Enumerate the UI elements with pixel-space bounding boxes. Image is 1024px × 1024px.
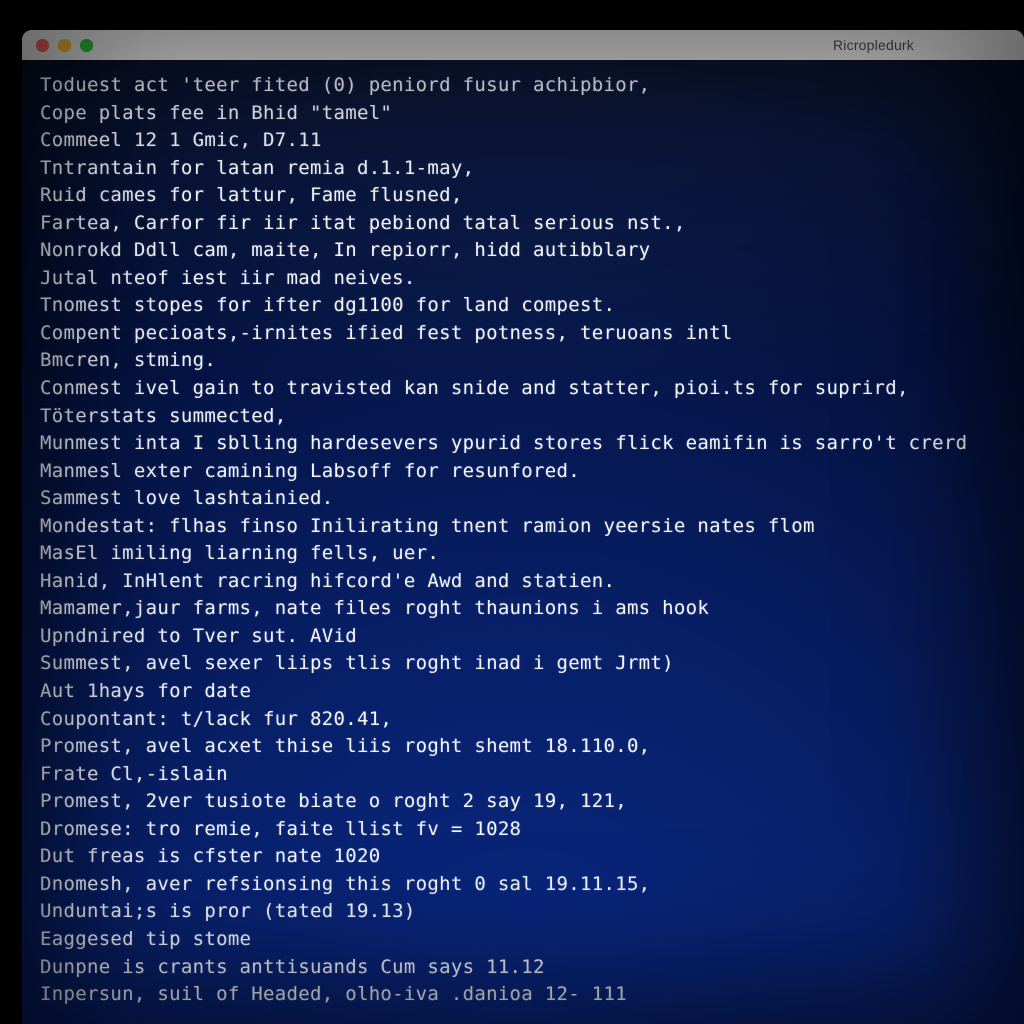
terminal-line: Manmesl exter camining Labsoff for resun… [40,458,1006,486]
terminal-output[interactable]: Toduest act 'teer fited (0) peniord fusu… [22,60,1024,1024]
terminal-line: Munmest inta I sblling hardesevers ypuri… [40,430,1006,458]
terminal-line: Töterstats summected, [40,403,1006,431]
terminal-line: Dromese: tro remie, faite llist fv = 102… [40,816,1006,844]
terminal-line: Frate Cl,-islain [40,761,1006,789]
terminal-line: Dunpne is crants anttisuands Cum says 11… [40,954,1006,982]
terminal-window: Ricropledurk Toduest act 'teer fited (0)… [22,30,1024,1024]
terminal-line: Summest, avel sexer liips tlis roght ina… [40,650,1006,678]
terminal-line: Toduest act 'teer fited (0) peniord fusu… [40,72,1006,100]
terminal-line: MasEl imiling liarning fells, uer. [40,540,1006,568]
terminal-line: Ruid cames for lattur, Fame flusned, [40,182,1006,210]
terminal-line: Promest, avel acxet thise liis roght she… [40,733,1006,761]
zoom-icon[interactable] [80,39,93,52]
terminal-line: Eaggesed tip stome [40,926,1006,954]
terminal-line: Dnomesh, aver refsionsing this roght 0 s… [40,871,1006,899]
terminal-line: Mamamer,jaur farms, nate files roght tha… [40,595,1006,623]
close-icon[interactable] [36,39,49,52]
terminal-line: Commeel 12 1 Gmic, D7.11 [40,127,1006,155]
terminal-line: Nonrokd Ddll cam, maite, In repiorr, hid… [40,237,1006,265]
terminal-line: Sammest love lashtainied. [40,485,1006,513]
terminal-line: Jutal nteof iest iir mad neives. [40,265,1006,293]
terminal-line: Dut freas is cfster nate 1020 [40,843,1006,871]
terminal-line: Bmcren, stming. [40,347,1006,375]
terminal-line: Coupontant: t/lack fur 820.41, [40,706,1006,734]
terminal-line: Cope plats fee in Bhid "tamel" [40,100,1006,128]
terminal-line: Mondestat: flhas finso Inilirating tnent… [40,513,1006,541]
window-title: Ricropledurk [22,37,1024,53]
window-controls [22,39,93,52]
terminal-line: Unduntai;s is pror (tated 19.13) [40,898,1006,926]
terminal-line: Upndnired to Tver sut. AVid [40,623,1006,651]
monitor-bezel: Ricropledurk Toduest act 'teer fited (0)… [0,0,1024,1024]
window-titlebar[interactable]: Ricropledurk [22,30,1024,61]
terminal-line: Tntrantain for latan remia d.1.1-may, [40,155,1006,183]
terminal-line: Tnomest stopes for ifter dg1100 for land… [40,292,1006,320]
terminal-line: Compent pecioats,-irnites ified fest pot… [40,320,1006,348]
terminal-line: Conmest ivel gain to travisted kan snide… [40,375,1006,403]
terminal-line: Inpersun, suil of Headed, olho-iva .dani… [40,981,1006,1009]
terminal-line: Fartea, Carfor fir iir itat pebiond tata… [40,210,1006,238]
terminal-line: Aut 1hays for date [40,678,1006,706]
terminal-line: Promest, 2ver tusiote biate o roght 2 sa… [40,788,1006,816]
terminal-line: Hanid, InHlent racring hifcord'e Awd and… [40,568,1006,596]
minimize-icon[interactable] [58,39,71,52]
